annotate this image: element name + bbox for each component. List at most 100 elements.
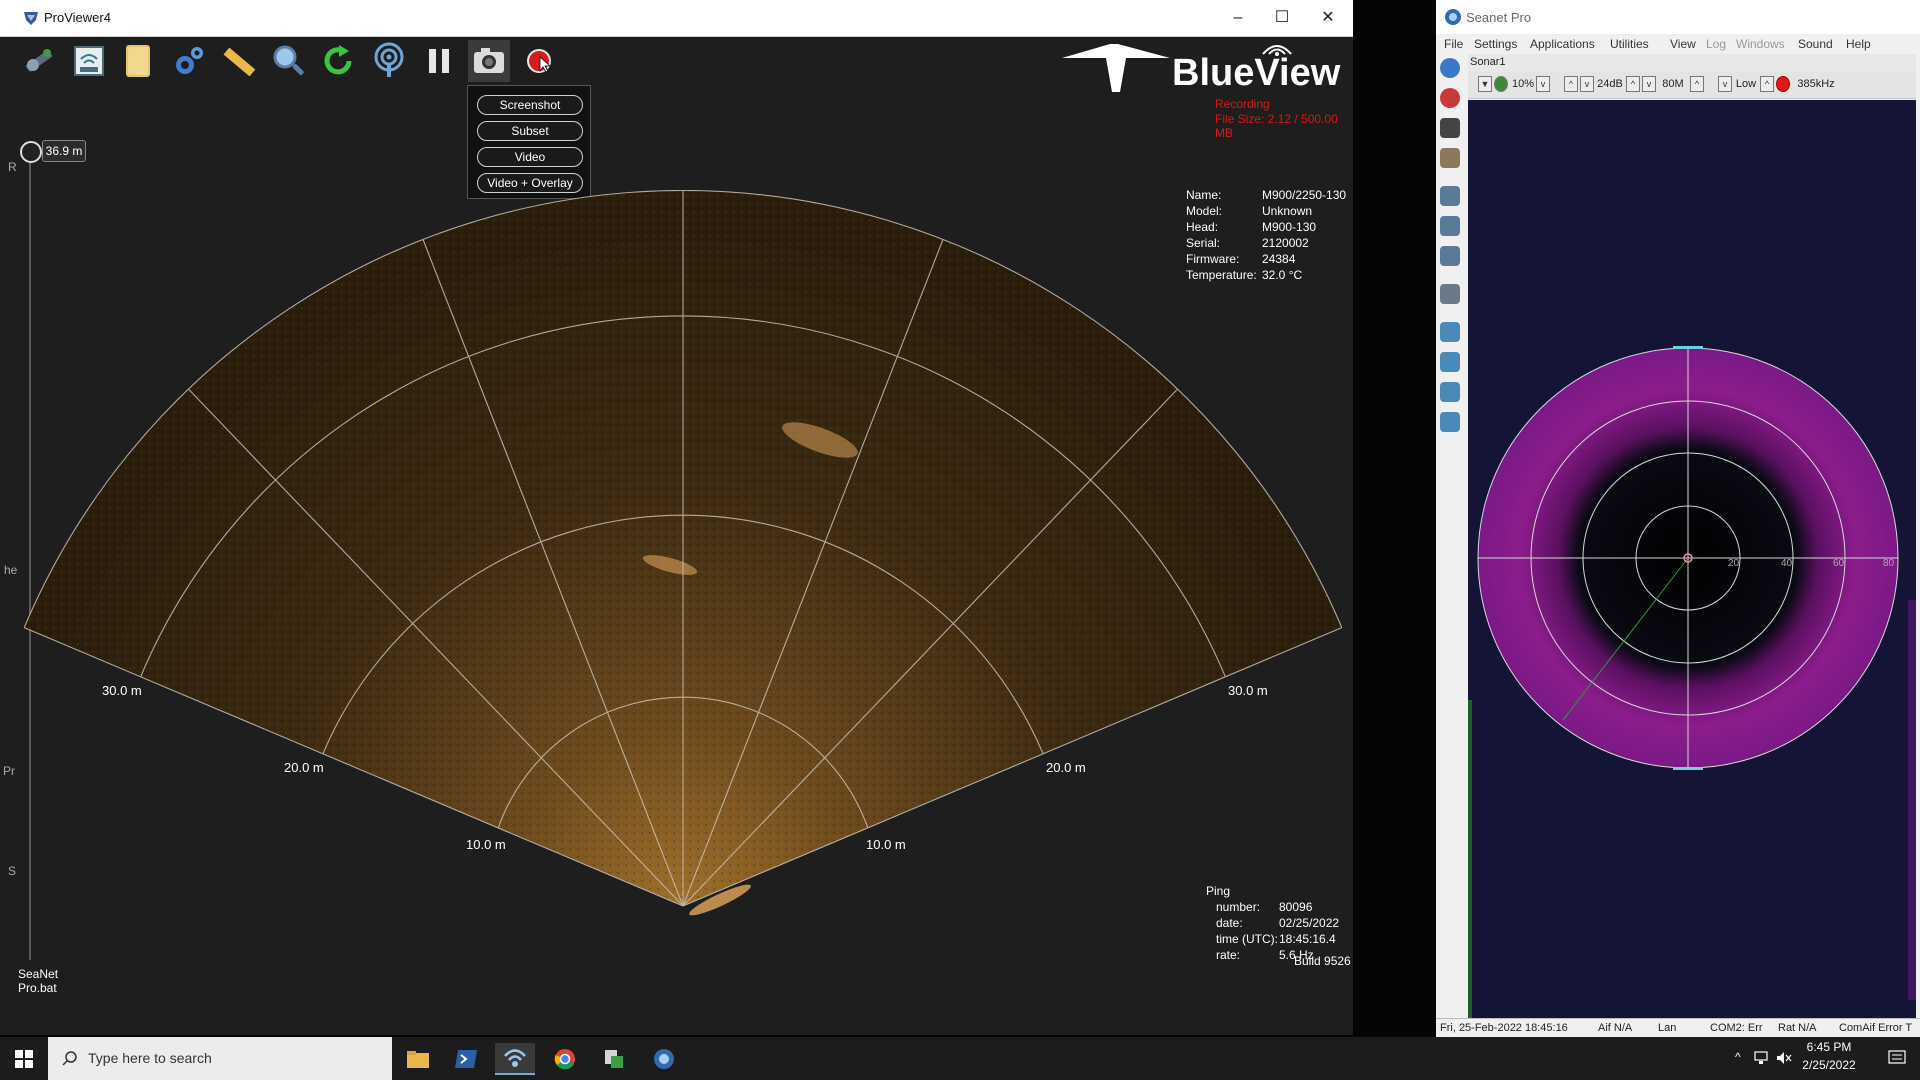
connect-icon[interactable] [18,40,60,82]
volume-muted-icon[interactable] [1776,1051,1792,1065]
seanet-window: Seanet Pro File Settings Applications Ut… [1436,0,1920,1037]
proviewer-title-bar[interactable]: ProViewer4 – ☐ ✕ [0,0,1353,37]
record-indicator-icon[interactable] [1776,76,1790,92]
network-tray-icon[interactable] [1754,1051,1770,1065]
folder-icon[interactable] [118,40,160,82]
range-label-30m-right: 30.0 m [1228,683,1268,698]
sonar1-title: Sonar1 [1470,56,1506,68]
status-datetime: Fri, 25-Feb-2022 18:45:16 [1440,1022,1568,1034]
maximize-button[interactable]: ☐ [1260,6,1304,30]
menu-sound[interactable]: Sound [1798,37,1833,51]
sonar-head-icon[interactable] [1440,246,1460,266]
range-slider-handle[interactable] [20,141,42,163]
screenshot-button[interactable]: Screenshot [477,95,583,115]
window-icon[interactable] [1440,382,1460,402]
network-icon[interactable] [68,40,110,82]
menu-utilities[interactable]: Utilities [1610,37,1649,51]
record-icon[interactable] [1440,88,1460,108]
seanet-menu-bar: File Settings Applications Utilities Vie… [1436,34,1920,54]
desktop-shortcut-line1: SeaNet [18,967,59,981]
minimize-button[interactable]: – [1216,6,1260,30]
proviewer-app-icon [24,12,38,25]
proviewer-icon[interactable] [495,1043,535,1075]
head-icon[interactable]: ▼ [1478,76,1492,92]
window-icon[interactable] [1440,322,1460,342]
ping-rate-label: rate: [1216,948,1241,962]
close-button[interactable]: ✕ [1306,6,1350,30]
seanet-app-icon [1445,9,1461,25]
clock-date[interactable]: 2/25/2022 [1797,1058,1861,1072]
desktop-edge-text: Pr [3,764,15,778]
display-icon[interactable] [1440,284,1460,304]
recording-status: Recording [1215,97,1270,111]
seanet-icon[interactable] [644,1043,684,1075]
polar-label-20: 20 [1728,558,1740,569]
zoom-icon[interactable] [268,40,310,82]
refresh-icon[interactable] [318,40,360,82]
polar-label-80: 80 [1883,558,1895,569]
desktop-shortcut-line2: Pro.bat [18,981,57,995]
desktop-edge-text: he [4,563,18,577]
blueview-logo: BlueView [1060,40,1340,100]
sonar1-title-bar[interactable]: Sonar1 [1468,54,1916,72]
desktop-shortcut-label[interactable]: SeaNet Pro.bat [18,967,58,995]
record-icon[interactable] [518,40,560,82]
frequency-value: 385kHz [1797,78,1835,90]
seanet-title-bar[interactable]: Seanet Pro [1436,0,1920,34]
file-explorer-icon[interactable] [398,1043,438,1075]
pause-icon[interactable] [418,40,460,82]
status-rat: Rat N/A [1778,1022,1817,1034]
chrome-icon[interactable] [545,1043,585,1075]
range-up-button[interactable]: ^ [1690,76,1704,92]
seanet-status-bar: Fri, 25-Feb-2022 18:45:16 Aif N/A Lan CO… [1436,1018,1920,1037]
menu-file[interactable]: File [1444,37,1463,51]
taskbar-search-box[interactable]: Type here to search [48,1037,392,1080]
menu-settings[interactable]: Settings [1474,37,1517,51]
resolution-down-button[interactable]: v [1718,76,1732,92]
brand-name: BlueView [1172,52,1341,94]
play-icon[interactable] [1440,58,1460,78]
sonar-head-icon[interactable] [1440,186,1460,206]
stop-icon[interactable] [1440,118,1460,138]
subset-button[interactable]: Subset [477,121,583,141]
range-label-10m-right: 10.0 m [866,837,906,852]
contrast-up2-button[interactable]: ^ [1626,76,1640,92]
desktop-edge-text: R [8,160,17,174]
range-down-button[interactable]: v [1642,76,1656,92]
window-icon[interactable] [1440,412,1460,432]
resolution-up-button[interactable]: ^ [1760,76,1774,92]
tools-icon[interactable] [1440,148,1460,168]
window-icon[interactable] [1440,352,1460,372]
taskbar: Type here to search ^ 6:45 PM 2/25/2022 [0,1037,1920,1080]
sonar-fan-image[interactable] [0,190,1353,925]
camera-icon[interactable] [468,40,510,82]
ruler-icon[interactable] [218,40,260,82]
contrast-down-button[interactable]: v [1580,76,1594,92]
chevron-up-icon[interactable]: ^ [1735,1050,1741,1064]
contrast-up-button[interactable]: ^ [1564,76,1578,92]
search-placeholder: Type here to search [88,1050,212,1066]
video-button[interactable]: Video [477,147,583,167]
settings-icon[interactable] [168,40,210,82]
ping-icon[interactable] [368,40,410,82]
menu-view[interactable]: View [1670,37,1696,51]
menu-log[interactable]: Log [1706,37,1726,51]
file-size: File Size: 2.12 / 500.00 MB [1215,112,1338,140]
menu-windows[interactable]: Windows [1736,37,1785,51]
sonar-polar-display[interactable]: 20 40 60 80 [1468,100,1916,1020]
menu-applications[interactable]: Applications [1530,37,1595,51]
powershell-icon[interactable] [446,1043,486,1075]
clock-time[interactable]: 6:45 PM [1797,1040,1861,1054]
windows-start-icon[interactable] [0,1037,48,1080]
ping-number-label: number: [1216,900,1261,914]
search-icon [62,1051,77,1066]
gain-down-button[interactable]: v [1536,76,1550,92]
range-value: 36.9 m [42,140,86,162]
sonar1-document: Sonar1 ▼ 10% v ^ v 24dB ^ v 80M ^ v Low … [1468,54,1916,1032]
range-label-20m-left: 20.0 m [284,760,324,775]
gain-icon[interactable] [1494,76,1508,92]
menu-help[interactable]: Help [1846,37,1871,51]
sonar-head-icon[interactable] [1440,216,1460,236]
app-icon[interactable] [594,1043,634,1075]
notifications-icon[interactable] [1888,1050,1906,1066]
